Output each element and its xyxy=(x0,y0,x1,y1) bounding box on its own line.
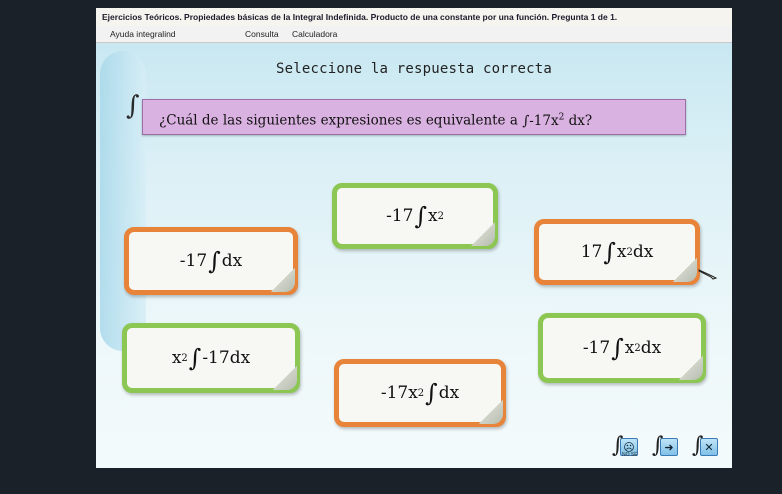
answer-option-2[interactable]: -17 ∫ dx xyxy=(124,227,298,295)
window-title: Ejercicios Teóricos. Propiedades básicas… xyxy=(96,8,732,26)
question-bar: ∫ ¿Cuál de las siguientes expresiones es… xyxy=(126,91,686,139)
next-button[interactable]: ∫ ➜ xyxy=(652,433,678,459)
dont-know-button[interactable]: ∫ ☹ NO SÉ xyxy=(612,433,638,459)
instruction-text: Seleccione la respuesta correcta xyxy=(275,61,553,77)
question-box: ¿Cuál de las siguientes expresiones es e… xyxy=(142,99,686,135)
answer-option-1[interactable]: -17 ∫ x 2 xyxy=(332,183,498,249)
pen-cursor-icon xyxy=(698,269,718,280)
dont-know-badge: NO SÉ xyxy=(622,452,638,458)
exercise-area: Seleccione la respuesta correcta ∫ ¿Cuál… xyxy=(96,43,732,468)
menu-item-ayuda[interactable]: Ayuda integralind xyxy=(110,26,176,42)
question-expression: ∫-17x2 dx? xyxy=(522,112,593,129)
answer-option-6[interactable]: -17x 2 ∫ dx xyxy=(334,359,506,427)
answer-option-4[interactable]: x 2 ∫ -17dx xyxy=(122,323,300,393)
app-window: Ejercicios Teóricos. Propiedades básicas… xyxy=(96,8,732,468)
menu-item-calculadora[interactable]: Calculadora xyxy=(292,26,337,42)
integral-icon: ∫ xyxy=(126,91,140,121)
close-button[interactable]: ∫ ✕ xyxy=(692,433,718,459)
menu-bar: Ayuda integralind Consulta Calculadora xyxy=(96,26,732,43)
menu-item-consulta[interactable]: Consulta xyxy=(245,26,279,42)
question-text: ¿Cuál de las siguientes expresiones es e… xyxy=(159,112,518,129)
answer-option-5[interactable]: -17 ∫ x 2 dx xyxy=(538,313,706,383)
answer-option-3[interactable]: 17 ∫ x 2 dx xyxy=(534,219,700,285)
